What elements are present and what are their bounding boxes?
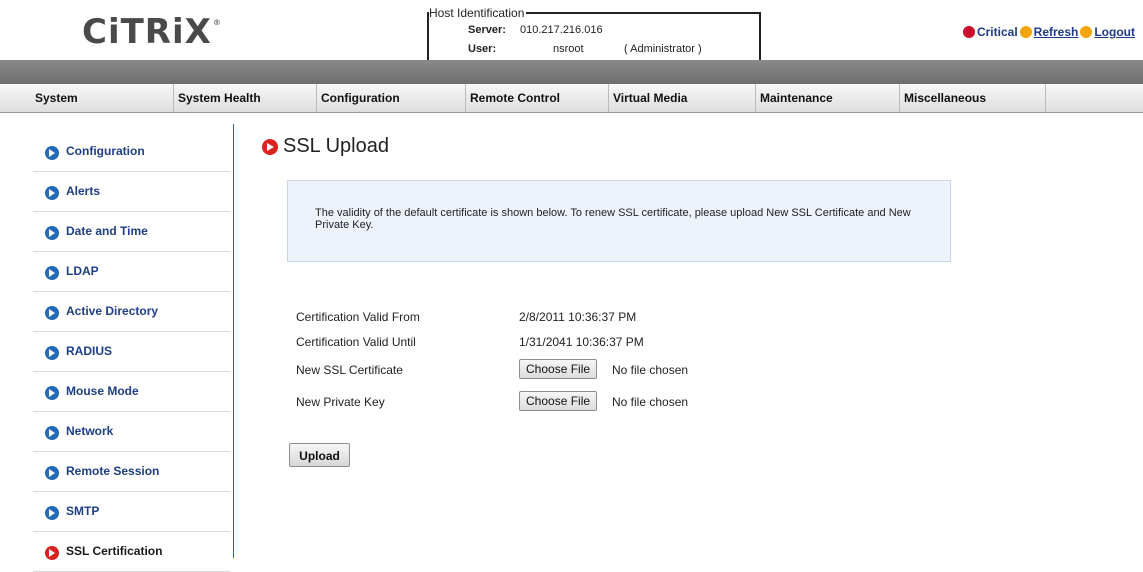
citrix-logo: CiTRiX® — [82, 12, 222, 52]
host-identification-legend: Host Identification — [429, 6, 527, 20]
main-nav: System System Health Configuration Remot… — [0, 84, 1143, 113]
logo-text: CiTRiX — [82, 12, 212, 52]
logout-icon[interactable] — [1080, 26, 1093, 38]
logo-registered-mark: ® — [212, 18, 222, 27]
info-box: The validity of the default certificate … — [287, 180, 951, 262]
sidebar-item-remote-session[interactable]: Remote Session — [33, 452, 230, 492]
new-private-key-label: New Private Key — [296, 395, 385, 409]
choose-certificate-file-button[interactable]: Choose File — [519, 359, 598, 379]
arrow-circle-icon — [262, 139, 278, 155]
nav-remote-control[interactable]: Remote Control — [466, 84, 609, 112]
certificate-file-status: No file chosen — [612, 363, 689, 377]
arrow-circle-icon — [45, 146, 59, 160]
server-value: 010.217.216.016 — [520, 24, 603, 36]
refresh-link[interactable]: Refresh — [1034, 25, 1079, 39]
logout-link[interactable]: Logout — [1094, 25, 1135, 39]
arrow-circle-icon — [45, 266, 59, 280]
arrow-circle-icon — [45, 426, 59, 440]
sidebar-item-label: Alerts — [66, 184, 101, 198]
sidebar-item-label: Date and Time — [66, 224, 148, 238]
sidebar-item-network[interactable]: Network — [33, 412, 230, 452]
valid-from-label: Certification Valid From — [296, 310, 420, 324]
sidebar-item-date-and-time[interactable]: Date and Time — [33, 212, 230, 252]
arrow-circle-icon — [45, 186, 59, 200]
critical-link[interactable]: Critical — [977, 25, 1018, 39]
user-label: User: — [468, 43, 497, 55]
choose-private-key-file-button[interactable]: Choose File — [519, 391, 598, 411]
user-role: ( Administrator ) — [624, 43, 702, 55]
sidebar-item-alerts[interactable]: Alerts — [33, 172, 230, 212]
info-text: The validity of the default certificate … — [315, 207, 911, 231]
critical-icon — [962, 26, 975, 38]
sidebar-item-label: Active Directory — [66, 304, 159, 318]
user-value: nsroot — [553, 43, 584, 55]
arrow-circle-icon — [45, 466, 59, 480]
new-ssl-certificate-label: New SSL Certificate — [296, 363, 403, 377]
sidebar-item-label: Mouse Mode — [66, 384, 139, 398]
arrow-circle-icon — [45, 386, 59, 400]
sidebar-item-label: RADIUS — [66, 344, 113, 358]
top-links: Critical Refresh Logout — [961, 25, 1135, 39]
header: CiTRiX® Host Identification Server: 010.… — [0, 0, 1143, 60]
sidebar-item-ssl-certification[interactable]: SSL Certification — [33, 532, 230, 572]
private-key-file-status: No file chosen — [612, 395, 689, 409]
arrow-circle-icon — [45, 346, 59, 360]
nav-system-health[interactable]: System Health — [174, 84, 317, 112]
sidebar-item-label: LDAP — [66, 264, 99, 278]
sidebar-item-smtp[interactable]: SMTP — [33, 492, 230, 532]
nav-configuration[interactable]: Configuration — [317, 84, 466, 112]
valid-until-value: 1/31/2041 10:36:37 PM — [519, 335, 644, 349]
sidebar-item-label: Network — [66, 424, 114, 438]
host-identification-box: Host Identification Server: 010.217.216.… — [427, 6, 761, 60]
nav-strip — [0, 60, 1143, 84]
sidebar-item-label: Configuration — [66, 144, 145, 158]
sidebar-item-label: SSL Certification — [66, 544, 163, 558]
sidebar-item-ldap[interactable]: LDAP — [33, 252, 230, 292]
nav-miscellaneous[interactable]: Miscellaneous — [900, 84, 1046, 112]
valid-until-label: Certification Valid Until — [296, 335, 416, 349]
server-label: Server: — [468, 24, 506, 36]
nav-virtual-media[interactable]: Virtual Media — [609, 84, 756, 112]
nav-system[interactable]: System — [31, 84, 174, 112]
sidebar-item-radius[interactable]: RADIUS — [33, 332, 230, 372]
sidebar-item-mouse-mode[interactable]: Mouse Mode — [33, 372, 230, 412]
nav-maintenance[interactable]: Maintenance — [756, 84, 900, 112]
arrow-circle-icon — [45, 506, 59, 520]
sidebar-item-label: Remote Session — [66, 464, 160, 478]
sidebar-divider — [233, 124, 234, 558]
valid-from-value: 2/8/2011 10:36:37 PM — [519, 310, 637, 324]
upload-button[interactable]: Upload — [289, 443, 350, 467]
sidebar-item-label: SMTP — [66, 504, 100, 518]
arrow-circle-icon — [45, 226, 59, 240]
page-title: SSL Upload — [283, 135, 389, 157]
arrow-circle-icon — [45, 306, 59, 320]
sidebar-item-configuration[interactable]: Configuration — [33, 132, 230, 172]
sidebar-item-active-directory[interactable]: Active Directory — [33, 292, 230, 332]
refresh-icon[interactable] — [1019, 26, 1032, 38]
